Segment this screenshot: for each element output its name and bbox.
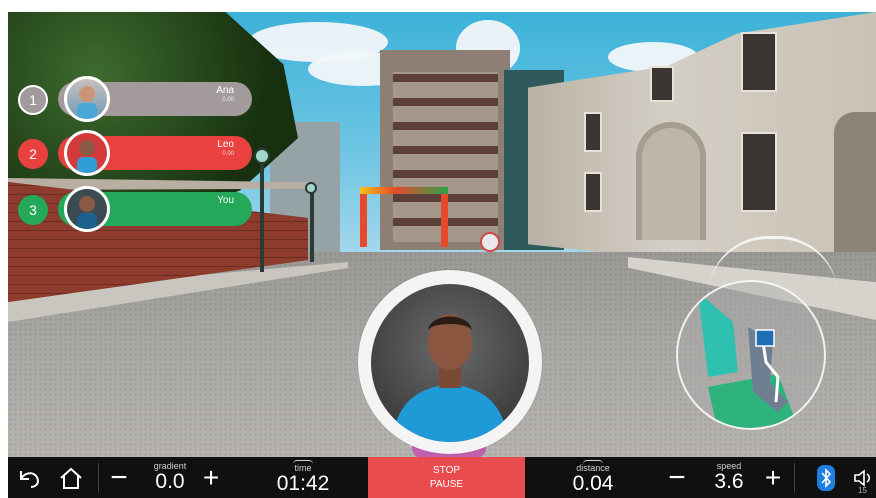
home-icon — [60, 467, 82, 489]
bluetooth-button[interactable] — [812, 457, 840, 498]
stop-label: STOP — [432, 465, 461, 476]
gradient-value: 0.0 — [155, 470, 185, 494]
lamp — [305, 182, 317, 194]
leaderboard-name: Leo — [217, 139, 234, 150]
gradient-increase-button[interactable]: + — [198, 457, 224, 498]
window — [741, 32, 777, 92]
leaderboard-subtitle: 0.00 — [222, 151, 234, 157]
archway — [636, 122, 706, 240]
speed-decrease-button[interactable]: − — [664, 457, 690, 498]
window — [650, 66, 674, 102]
gradient-readout: gradient 0.0 — [132, 457, 208, 498]
leaderboard-subtitle: 0.00 — [222, 97, 234, 103]
leaderboard-row-2: 2 Leo 0.00 — [18, 130, 254, 176]
leaderboard-name: You — [217, 195, 234, 206]
home-button[interactable] — [54, 457, 88, 498]
time-readout: time 01:42 — [270, 457, 336, 498]
speed-readout: speed 3.6 — [696, 457, 762, 498]
back-arrow-icon — [20, 470, 40, 488]
coach-video[interactable] — [371, 284, 529, 442]
edge-value: 15 — [858, 486, 867, 495]
avatar — [64, 186, 110, 232]
control-bar: − gradient 0.0 + time 01:42 STOP PAUSE d… — [8, 457, 876, 498]
archway-right — [834, 112, 876, 272]
leaderboard-row-1: 1 Ana 0.00 — [18, 76, 254, 122]
route-map — [698, 292, 796, 428]
leaderboard-name: Ana — [216, 85, 234, 96]
rider-marker — [480, 232, 500, 252]
finish-arch — [360, 187, 448, 247]
bluetooth-icon — [817, 464, 835, 491]
lamppost — [260, 162, 264, 272]
lamppost — [310, 192, 314, 262]
window — [584, 112, 602, 152]
pause-label: PAUSE — [429, 478, 464, 490]
workout-screen: 1 Ana 0.00 2 Leo 0.00 3 You − gradient 0… — [8, 12, 876, 498]
avatar — [64, 76, 110, 122]
distance-readout: distance 0.04 — [560, 457, 626, 498]
leaderboard-position: 1 — [18, 85, 48, 115]
coach-figure — [391, 314, 509, 442]
divider — [98, 463, 99, 493]
window — [741, 132, 777, 212]
speed-value: 3.6 — [714, 470, 744, 494]
window — [584, 172, 602, 212]
leaderboard-row-3: 3 You — [18, 186, 254, 232]
stop-pause-button[interactable]: STOP PAUSE — [368, 457, 525, 498]
divider — [794, 463, 795, 493]
speed-increase-button[interactable]: + — [760, 457, 786, 498]
gradient-decrease-button[interactable]: − — [106, 457, 132, 498]
leaderboard-position: 2 — [18, 139, 48, 169]
avatar — [64, 130, 110, 176]
mini-map[interactable] — [676, 280, 826, 430]
leaderboard-position: 3 — [18, 195, 48, 225]
back-button[interactable] — [12, 457, 46, 498]
time-value: 01:42 — [276, 471, 330, 495]
distance-value: 0.04 — [572, 471, 614, 495]
lamp — [254, 148, 270, 164]
